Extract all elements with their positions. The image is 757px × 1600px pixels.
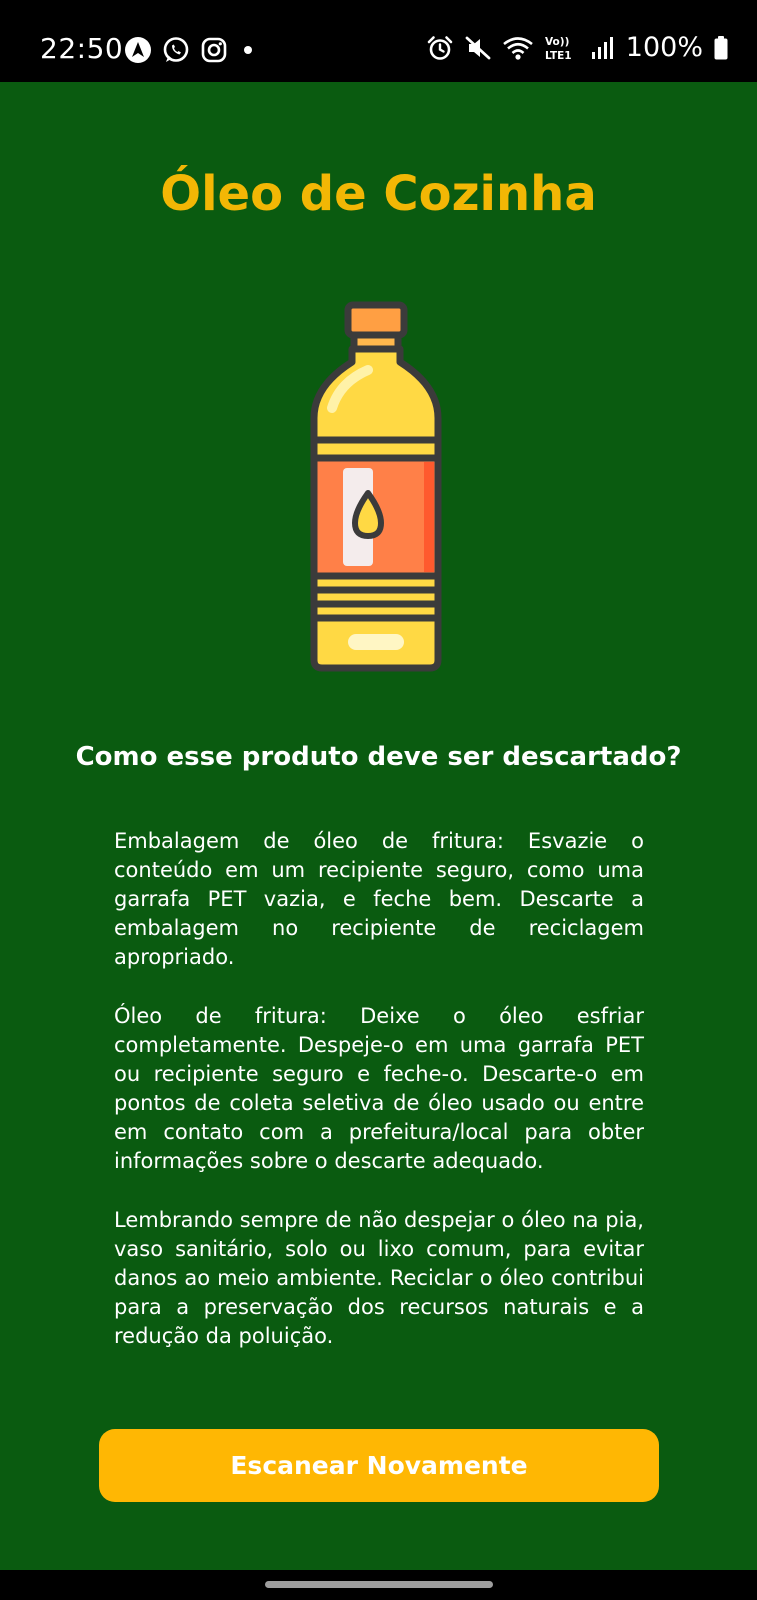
mute-icon xyxy=(465,36,491,59)
battery-icon xyxy=(714,35,728,59)
battery-percentage: 100% xyxy=(625,32,703,63)
instruction-packaging: Embalagem de óleo de fritura: Esvazie o … xyxy=(114,829,644,969)
instruction-reminder: Lembrando sempre de não despejar o óleo … xyxy=(114,1208,644,1348)
lte-label: LTE1 xyxy=(545,50,572,62)
volte-label: Vo)) xyxy=(545,36,569,48)
instruction-frying-oil: Óleo de fritura: Deixe o óleo esfriar co… xyxy=(114,1004,644,1173)
disposal-question: Como esse produto deve ser descartado? xyxy=(75,742,682,772)
oil-bottle-icon xyxy=(310,301,442,672)
instagram-icon xyxy=(201,37,227,63)
status-bar: 22:50 Vo)) LTE1 100% xyxy=(0,0,757,82)
product-detail-screen: Óleo de Cozinha Como esse produto deve s… xyxy=(0,82,757,1570)
alarm-icon xyxy=(427,35,453,60)
scan-again-button[interactable]: Escanear Novamente xyxy=(99,1429,659,1502)
disposal-instructions: Embalagem de óleo de fritura: Esvazie o … xyxy=(114,827,644,1381)
status-time: 22:50 xyxy=(40,32,124,65)
status-left-icons xyxy=(124,36,258,64)
navigation-bar xyxy=(0,1570,757,1600)
home-gesture-handle[interactable] xyxy=(265,1581,493,1588)
page-title: Óleo de Cozinha xyxy=(160,166,597,222)
whatsapp-icon xyxy=(163,37,189,62)
status-right-icons: Vo)) LTE1 100% xyxy=(426,32,729,63)
navigation-app-icon xyxy=(125,37,151,63)
signal-icon xyxy=(591,36,613,59)
wifi-icon xyxy=(502,36,533,60)
notification-dot-icon xyxy=(244,46,252,54)
volte-lte-icon: Vo)) LTE1 xyxy=(545,36,572,62)
